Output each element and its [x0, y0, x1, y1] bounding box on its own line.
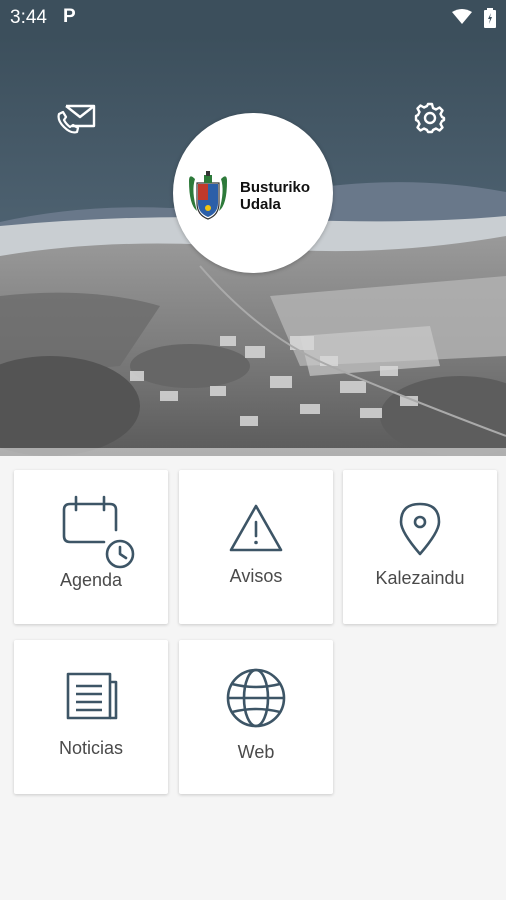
logo-text: Busturiko Udala — [240, 179, 310, 213]
map-pin-icon — [399, 502, 441, 556]
status-bar: 3:44 P — [0, 0, 506, 36]
tile-kalezaindu[interactable]: Kalezaindu — [343, 470, 497, 624]
status-time: 3:44 — [10, 7, 47, 28]
calendar-clock-icon — [62, 495, 135, 569]
tile-label: Web — [237, 742, 275, 762]
tile-web[interactable]: Web — [179, 640, 333, 794]
tile-avisos[interactable]: Avisos — [179, 470, 333, 624]
tile-noticias[interactable]: Noticias — [14, 640, 168, 794]
battery-icon — [484, 8, 496, 28]
gear-icon[interactable] — [412, 100, 448, 136]
wifi-icon — [452, 9, 472, 24]
logo-line-2: Udala — [240, 196, 281, 213]
logo-line-1: Busturiko — [240, 179, 311, 196]
newspaper-icon — [66, 672, 118, 720]
mail-phone-icon[interactable] — [56, 100, 98, 136]
header-banner: Busturiko Udala — [0, 36, 506, 456]
warning-icon — [229, 504, 283, 552]
tile-agenda[interactable]: Agenda — [14, 470, 168, 624]
parking-notification-icon: P — [63, 6, 76, 27]
tile-label: Avisos — [229, 566, 283, 586]
menu-grid: Agenda Avisos Kalezaindu Noticias Web — [0, 456, 506, 900]
tile-label: Noticias — [58, 738, 124, 758]
tile-label: Kalezaindu — [375, 568, 465, 588]
tile-label: Agenda — [59, 570, 123, 590]
globe-icon — [226, 668, 286, 728]
coat-of-arms-icon — [189, 171, 227, 220]
municipality-logo: Busturiko Udala — [173, 113, 333, 273]
